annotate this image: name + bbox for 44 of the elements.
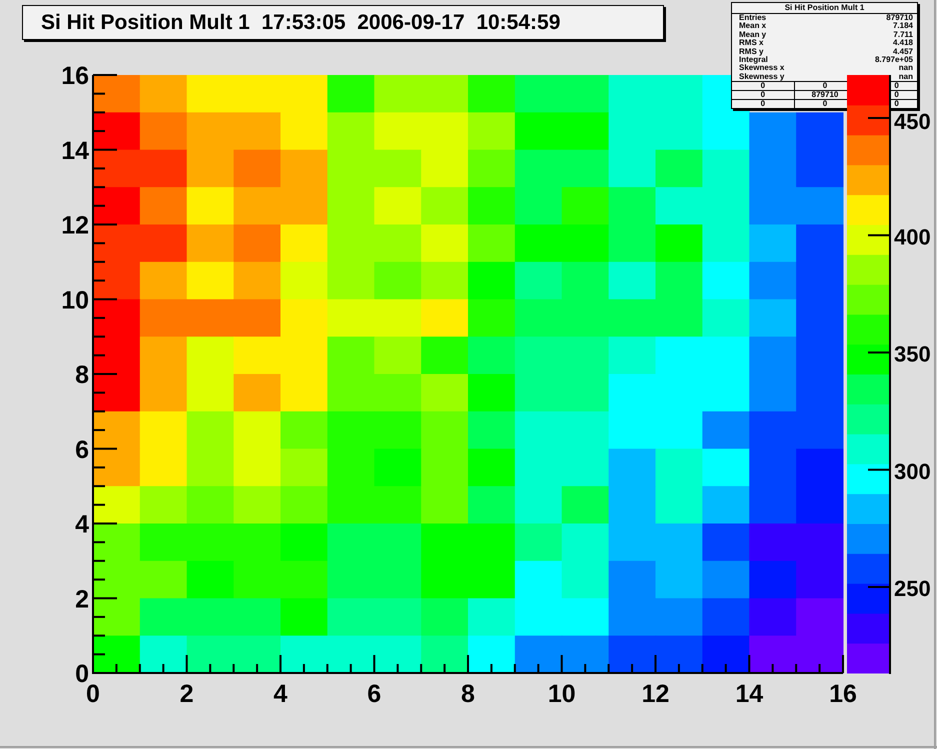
axis-label: 0 [75,660,89,688]
stat-value: 879710 [886,14,913,22]
stat-value: 7.184 [892,22,913,31]
stat-label: Mean x [739,22,766,31]
stat-label: Mean y [739,30,766,39]
axis-label: 10 [61,286,89,314]
axis-label: 12 [642,680,670,708]
stat-label: Skewness y [739,72,784,82]
table-cell-text: 0 [760,100,766,108]
color-scale-label: 300 [894,458,931,484]
color-scale-label: 400 [894,224,931,250]
stats-title: Si Hit Position Mult 1 [732,3,917,14]
axis-label: 16 [61,62,89,90]
color-scale-label: 350 [894,342,931,366]
stat-value: nan [898,64,913,73]
stat-value: 8.797e+05 [874,56,913,64]
table-cell-text: 0 [760,82,766,90]
stat-label: Skewness x [739,64,784,73]
axis-label: 2 [75,585,89,614]
axis-label: 14 [735,680,764,708]
axis-label: 12 [61,212,89,240]
stat-value: 4.418 [892,39,913,48]
stat-value: nan [898,72,913,82]
axis-label: 4 [274,680,288,708]
axis-label: 14 [61,136,89,165]
axis-label: 8 [75,361,89,389]
axis-label: 16 [829,680,857,708]
color-scale-label: 450 [894,109,931,134]
color-scale-label: 250 [894,576,931,601]
stat-value: 4.457 [892,48,913,56]
stat-value: 7.711 [893,30,913,39]
stat-label: RMS x [739,39,764,48]
stat-label: Entries [739,14,766,22]
axis-label: 6 [367,680,382,708]
stat-label: RMS y [739,48,764,56]
axis-label: 4 [75,510,89,538]
table-cell-text: 0 [760,91,766,100]
axis-label: 6 [75,436,89,464]
axis-label: 8 [461,680,475,708]
stat-label: Integral [739,56,768,64]
axis-label: 2 [180,680,194,708]
axis-label: 0 [86,680,100,708]
axis-label: 10 [548,680,576,708]
canvas-title: Si Hit Position Mult 1 17:53:05 2006-09-17 10:54:59 [22,5,664,40]
